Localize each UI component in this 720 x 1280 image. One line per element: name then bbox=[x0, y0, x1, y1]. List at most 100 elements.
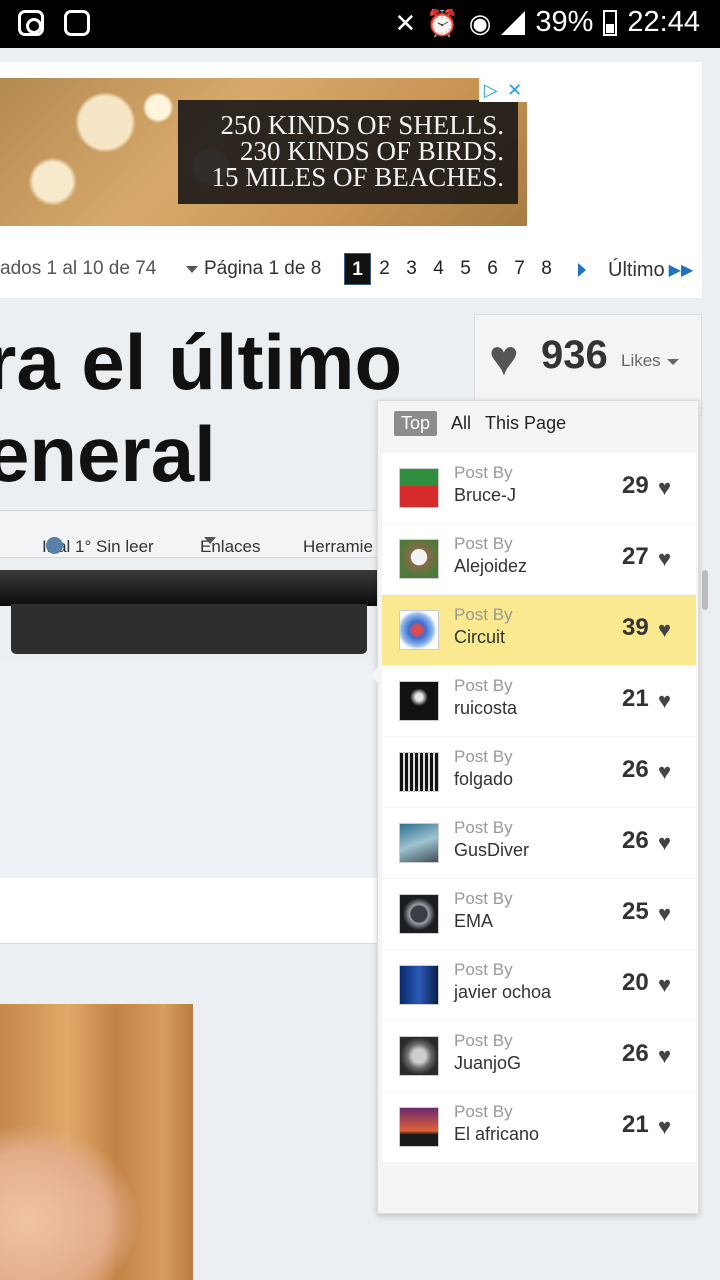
heart-icon: ♥ bbox=[658, 617, 672, 642]
post-footer bbox=[0, 878, 380, 944]
post-by-label: Post By bbox=[454, 463, 513, 482]
tab-all[interactable]: All bbox=[451, 413, 471, 434]
heart-icon: ♥ bbox=[658, 688, 672, 713]
list-item[interactable]: Post By Circuit 39 ♥ bbox=[382, 595, 696, 665]
thread-toolbar: Ir al 1° Sin leer Enlaces Herramie bbox=[0, 510, 380, 558]
tab-this-page[interactable]: This Page bbox=[485, 413, 566, 434]
next-page-button[interactable] bbox=[566, 254, 598, 286]
ad-text: 250 KINDS OF SHELLS. 230 KINDS OF BIRDS.… bbox=[178, 100, 518, 204]
screen-clock-icon bbox=[64, 10, 90, 36]
web-page: 250 KINDS OF SHELLS. 230 KINDS OF BIRDS.… bbox=[0, 48, 720, 1280]
page-number[interactable]: 3 bbox=[398, 258, 425, 280]
list-item[interactable]: Post By GusDiver 26 ♥ bbox=[382, 808, 696, 878]
ad-banner[interactable]: 250 KINDS OF SHELLS. 230 KINDS OF BIRDS.… bbox=[0, 78, 527, 226]
post-header-bar bbox=[0, 570, 380, 606]
list-item[interactable]: Post By Bruce-J 29 ♥ bbox=[382, 453, 696, 523]
post-by-label: Post By bbox=[454, 605, 513, 624]
avatar bbox=[399, 610, 439, 650]
username[interactable]: javier ochoa bbox=[454, 982, 551, 1003]
like-score: 26 bbox=[622, 827, 649, 854]
clock: 22:44 bbox=[627, 6, 700, 38]
instagram-icon bbox=[18, 10, 44, 36]
list-item[interactable]: Post By ruicosta 21 ♥ bbox=[382, 666, 696, 736]
username[interactable]: folgado bbox=[454, 769, 513, 790]
post-image[interactable] bbox=[0, 1004, 193, 1280]
status-bar: ✕ ⏰ ◉ 39% 22:44 bbox=[0, 0, 720, 48]
avatar bbox=[399, 1036, 439, 1076]
username[interactable]: El africano bbox=[454, 1124, 539, 1145]
username[interactable]: Alejoidez bbox=[454, 556, 527, 577]
arrow-circle-icon bbox=[46, 537, 63, 554]
post-by-label: Post By bbox=[454, 534, 513, 553]
page-number[interactable]: 6 bbox=[479, 258, 506, 280]
tab-top[interactable]: Top bbox=[394, 411, 438, 436]
heart-icon: ♥ bbox=[489, 330, 519, 386]
pagination: ados 1 al 10 de 74 Página 1 de 8 1 2 3 4… bbox=[0, 252, 720, 286]
avatar bbox=[399, 1107, 439, 1147]
likes-list: Post By Bruce-J 29 ♥ Post By Alejoidez 2… bbox=[382, 453, 696, 1163]
post-by-label: Post By bbox=[454, 1031, 513, 1050]
last-page-button[interactable]: Último ▶▶ bbox=[600, 254, 702, 286]
post-by-label: Post By bbox=[454, 1102, 513, 1121]
page-number[interactable]: 7 bbox=[506, 258, 533, 280]
popup-pointer bbox=[370, 667, 378, 683]
like-score: 27 bbox=[622, 543, 649, 570]
list-item[interactable]: Post By Alejoidez 27 ♥ bbox=[382, 524, 696, 594]
post-content bbox=[0, 660, 380, 878]
mute-icon: ✕ bbox=[394, 7, 417, 38]
signal-icon bbox=[501, 10, 526, 35]
username[interactable]: ruicosta bbox=[454, 698, 517, 719]
thread-title: ra el último eneral bbox=[0, 316, 402, 500]
post-image-detail bbox=[0, 1124, 140, 1280]
tools-label: Herramie bbox=[303, 537, 373, 556]
heart-icon: ♥ bbox=[658, 759, 672, 784]
username[interactable]: EMA bbox=[454, 911, 493, 932]
list-item[interactable]: Post By javier ochoa 20 ♥ bbox=[382, 950, 696, 1020]
page-number[interactable]: 4 bbox=[425, 258, 452, 280]
likes-tabs: Top All This Page bbox=[394, 411, 566, 436]
ad-line: 250 KINDS OF SHELLS. bbox=[220, 110, 504, 140]
close-icon[interactable]: ✕ bbox=[507, 80, 522, 101]
avatar bbox=[399, 752, 439, 792]
results-count: ados 1 al 10 de 74 bbox=[0, 258, 157, 279]
heart-icon: ♥ bbox=[658, 1043, 672, 1068]
thread-title-line: ra el último bbox=[0, 318, 403, 406]
adchoices-icon[interactable]: ▷ ✕ bbox=[479, 78, 527, 102]
username[interactable]: Bruce-J bbox=[454, 485, 516, 506]
page-number[interactable]: 5 bbox=[452, 258, 479, 280]
likes-label[interactable]: Likes bbox=[621, 351, 679, 371]
heart-icon: ♥ bbox=[658, 901, 672, 926]
heart-icon: ♥ bbox=[658, 830, 672, 855]
post-tab bbox=[11, 604, 367, 654]
page-number[interactable]: 8 bbox=[533, 258, 560, 280]
page-number-current[interactable]: 1 bbox=[344, 253, 371, 285]
like-score: 21 bbox=[622, 685, 649, 712]
ad-line: 230 KINDS OF BIRDS. bbox=[239, 136, 504, 166]
avatar bbox=[399, 468, 439, 508]
list-item[interactable]: Post By folgado 26 ♥ bbox=[382, 737, 696, 807]
play-icon: ▷ bbox=[483, 79, 498, 100]
like-score: 29 bbox=[622, 472, 649, 499]
likes-count: 936 bbox=[541, 333, 608, 377]
list-item[interactable]: Post By EMA 25 ♥ bbox=[382, 879, 696, 949]
scrollbar[interactable] bbox=[702, 570, 708, 610]
like-score: 39 bbox=[622, 614, 649, 641]
username[interactable]: GusDiver bbox=[454, 840, 529, 861]
avatar bbox=[399, 539, 439, 579]
post-by-label: Post By bbox=[454, 818, 513, 837]
username[interactable]: Circuit bbox=[454, 627, 505, 648]
heart-icon: ♥ bbox=[658, 1114, 672, 1139]
battery-icon bbox=[603, 9, 618, 36]
chevron-down-icon bbox=[204, 537, 216, 544]
avatar bbox=[399, 681, 439, 721]
avatar bbox=[399, 894, 439, 934]
page-selector[interactable]: Página 1 de 8 bbox=[178, 252, 330, 286]
avatar bbox=[399, 965, 439, 1005]
heart-icon: ♥ bbox=[658, 475, 672, 500]
thread-title-line: eneral bbox=[0, 410, 216, 498]
list-item[interactable]: Post By JuanjoG 26 ♥ bbox=[382, 1021, 696, 1091]
page-numbers: 1 2 3 4 5 6 7 8 bbox=[344, 252, 560, 286]
list-item[interactable]: Post By El africano 21 ♥ bbox=[382, 1092, 696, 1162]
username[interactable]: JuanjoG bbox=[454, 1053, 521, 1074]
page-number[interactable]: 2 bbox=[371, 258, 398, 280]
